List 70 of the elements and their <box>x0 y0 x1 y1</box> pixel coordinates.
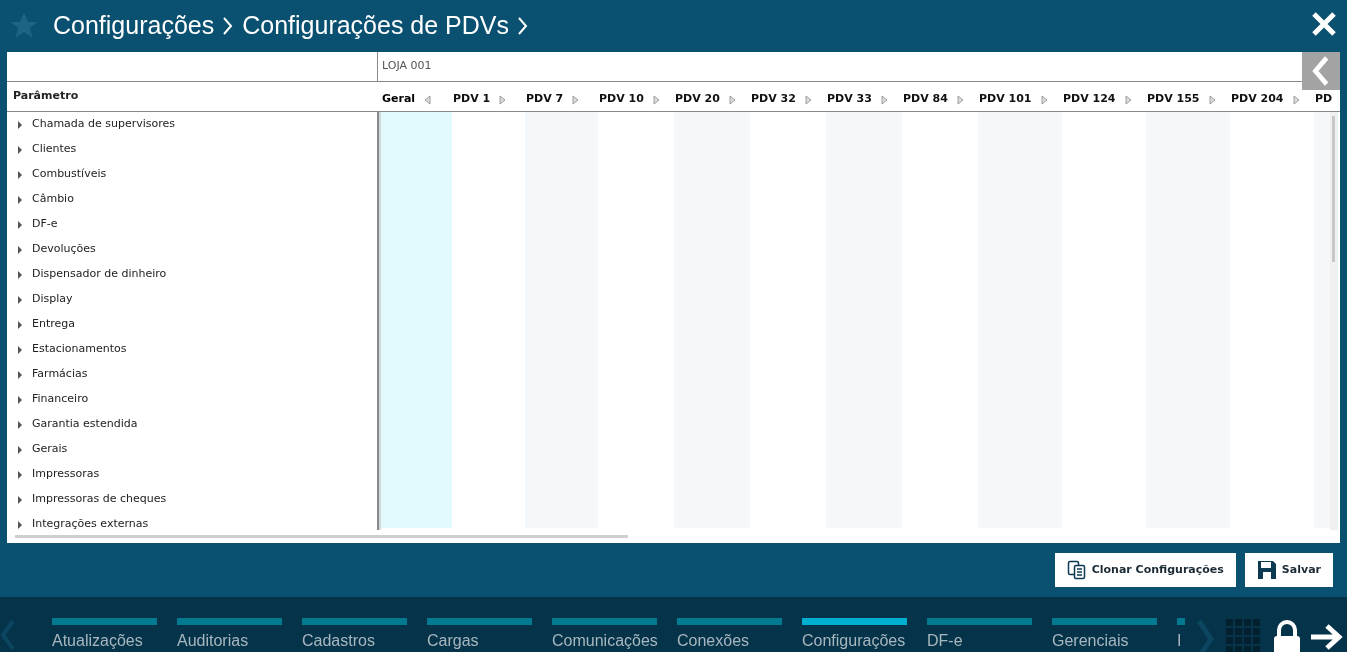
parameter-label[interactable]: Dispensador de dinheiro <box>32 266 167 283</box>
expand-icon[interactable] <box>17 170 23 179</box>
expand-icon[interactable] <box>17 345 23 354</box>
expand-icon[interactable] <box>17 270 23 279</box>
column-header[interactable]: PDV 20 <box>675 91 720 108</box>
column-header[interactable]: PDV 124 <box>1063 91 1116 108</box>
nav-tab[interactable]: Auditorias <box>177 618 282 652</box>
nav-tab[interactable]: Gerenciais <box>1052 618 1157 652</box>
nav-tab[interactable]: Cadastros <box>302 618 407 652</box>
parameter-label[interactable]: Gerais <box>32 441 68 458</box>
clone-button[interactable]: Clonar Configurações <box>1054 553 1236 587</box>
column-header[interactable]: PD <box>1315 91 1333 108</box>
parameter-label[interactable]: Financeiro <box>32 391 89 408</box>
expand-icon[interactable] <box>17 220 23 229</box>
parameter-label[interactable]: Garantia estendida <box>32 416 138 433</box>
column-header[interactable]: PDV 204 <box>1231 91 1284 108</box>
expand-icon[interactable] <box>17 120 23 129</box>
parameter-label[interactable]: Combustíveis <box>32 166 107 183</box>
column-header: Parâmetro <box>13 89 79 103</box>
expand-icon[interactable] <box>17 295 23 304</box>
parameter-label[interactable]: Impressoras <box>32 466 100 483</box>
column-header[interactable]: PDV 1 <box>453 91 491 108</box>
save-icon <box>1256 560 1277 580</box>
arrow-right-icon[interactable] <box>1309 623 1343 651</box>
column-header[interactable]: PDV 84 <box>903 91 948 108</box>
close-icon[interactable] <box>1311 11 1337 37</box>
vertical-scrollbar[interactable] <box>1330 112 1338 530</box>
nav-tab[interactable]: DF-e <box>927 618 1032 652</box>
expand-icon[interactable] <box>17 245 23 254</box>
expand-icon[interactable] <box>17 320 23 329</box>
parameter-label[interactable]: Impressoras de cheques <box>32 491 167 508</box>
expand-icon[interactable] <box>17 470 23 479</box>
parameter-label[interactable]: Chamada de supervisores <box>32 116 176 133</box>
expand-icon[interactable] <box>17 145 23 154</box>
column-header[interactable]: PDV 10 <box>599 91 644 108</box>
nav-tab[interactable]: Comunicações <box>552 618 657 652</box>
expand-icon[interactable] <box>17 420 23 429</box>
parameter-label[interactable]: Integrações externas <box>32 516 149 530</box>
expand-icon[interactable] <box>17 520 23 529</box>
expand-icon[interactable] <box>17 370 23 379</box>
expand-icon[interactable] <box>17 195 23 204</box>
parameter-label[interactable]: Estacionamentos <box>32 341 127 358</box>
column-header[interactable]: Geral <box>382 91 416 108</box>
copy-icon <box>1066 560 1087 580</box>
column-header[interactable]: PDV 155 <box>1147 91 1200 108</box>
parameter-label[interactable]: Display <box>32 291 73 308</box>
nav-tab[interactable]: I <box>1177 618 1185 652</box>
chevron-left-icon <box>1311 56 1331 86</box>
parameter-label[interactable]: Câmbio <box>32 191 74 208</box>
lock-icon[interactable] <box>1273 620 1301 652</box>
parameter-label[interactable]: DF-e <box>32 216 58 233</box>
parameter-label[interactable]: Devoluções <box>32 241 96 258</box>
store-label: LOJA 001 <box>382 58 432 75</box>
nav-tab[interactable]: Configurações <box>802 618 907 652</box>
nav-tab[interactable]: Atualizações <box>52 618 157 652</box>
expand-icon[interactable] <box>17 395 23 404</box>
save-button[interactable]: Salvar <box>1244 553 1333 587</box>
column-header[interactable]: PDV 7 <box>526 91 564 108</box>
column-header[interactable]: PDV 101 <box>979 91 1032 108</box>
expand-icon[interactable] <box>17 445 23 454</box>
breadcrumb-item[interactable]: Configurações <box>53 7 215 45</box>
expand-icon[interactable] <box>17 495 23 504</box>
parameter-label[interactable]: Farmácias <box>32 366 88 383</box>
parameter-label[interactable]: Clientes <box>32 141 77 158</box>
parameter-label[interactable]: Entrega <box>32 316 75 333</box>
column-header[interactable]: PDV 32 <box>751 91 796 108</box>
nav-tab[interactable]: Conexões <box>677 618 782 652</box>
nav-tab[interactable]: Cargas <box>427 618 532 652</box>
breadcrumb-item[interactable]: Configurações de PDVs <box>242 7 510 45</box>
column-header[interactable]: PDV 33 <box>827 91 872 108</box>
